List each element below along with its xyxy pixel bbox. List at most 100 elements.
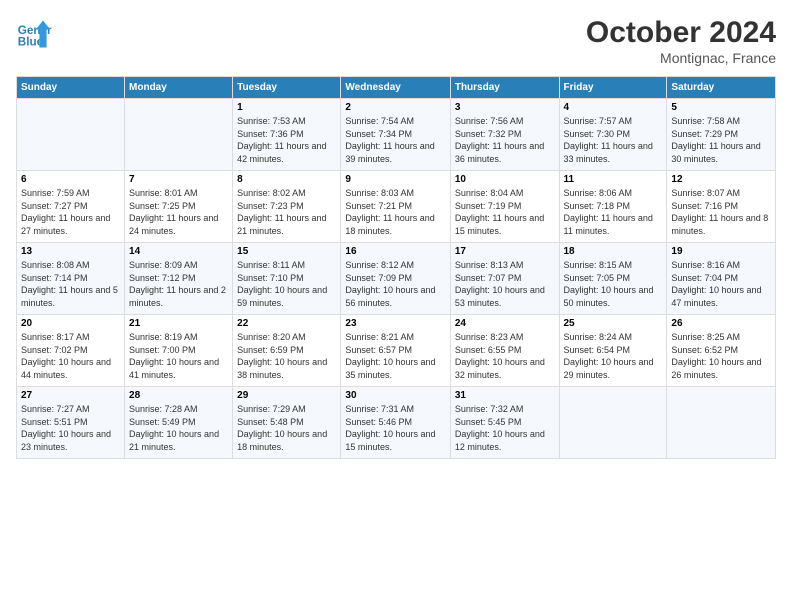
day-info: Sunrise: 8:09 AM Sunset: 7:12 PM Dayligh… (129, 259, 228, 309)
calendar-week-row: 27Sunrise: 7:27 AM Sunset: 5:51 PM Dayli… (17, 387, 776, 459)
day-number: 14 (129, 246, 228, 257)
day-info: Sunrise: 8:12 AM Sunset: 7:09 PM Dayligh… (345, 259, 445, 309)
calendar-cell: 10Sunrise: 8:04 AM Sunset: 7:19 PM Dayli… (450, 171, 559, 243)
calendar-cell: 29 Sunrise: 7:29 AM Sunset: 5:48 PM Dayli… (233, 387, 341, 459)
day-number: 12 (671, 174, 771, 185)
location-subtitle: Montignac, France (586, 50, 776, 66)
calendar-cell: 4Sunrise: 7:57 AM Sunset: 7:30 PM Daylig… (559, 99, 667, 171)
calendar-cell: 14 Sunrise: 8:09 AM Sunset: 7:12 PM Dayli… (125, 243, 233, 315)
day-info: Sunrise: 8:11 AM Sunset: 7:10 PM Dayligh… (237, 259, 336, 309)
day-number: 30 (345, 390, 445, 401)
calendar-cell: 25Sunrise: 8:24 AM Sunset: 6:54 PM Dayli… (559, 315, 667, 387)
day-info: Sunrise: 8:08 AM Sunset: 7:14 PM Dayligh… (21, 259, 120, 309)
day-info: Sunrise: 7:53 AM Sunset: 7:36 PM Dayligh… (237, 115, 336, 165)
calendar-cell: 13 Sunrise: 8:08 AM Sunset: 7:14 PM Dayli… (17, 243, 125, 315)
day-info: Sunrise: 8:06 AM Sunset: 7:18 PM Dayligh… (564, 187, 663, 237)
calendar-cell (17, 99, 125, 171)
day-info: Sunrise: 8:25 AM Sunset: 6:52 PM Dayligh… (671, 331, 771, 381)
col-header-saturday: Saturday (667, 77, 776, 99)
day-info: Sunrise: 8:23 AM Sunset: 6:55 PM Dayligh… (455, 331, 555, 381)
day-info: Sunrise: 7:56 AM Sunset: 7:32 PM Dayligh… (455, 115, 555, 165)
day-number: 18 (564, 246, 663, 257)
page-header: General Blue October 2024 Montignac, Fra… (16, 16, 776, 66)
calendar-week-row: 13 Sunrise: 8:08 AM Sunset: 7:14 PM Dayli… (17, 243, 776, 315)
logo-icon: General Blue (16, 16, 52, 52)
calendar-cell: 19 Sunrise: 8:16 AM Sunset: 7:04 PM Dayli… (667, 243, 776, 315)
day-number: 28 (129, 390, 228, 401)
title-block: October 2024 Montignac, France (586, 16, 776, 66)
calendar-cell: 16 Sunrise: 8:12 AM Sunset: 7:09 PM Dayli… (341, 243, 450, 315)
calendar-cell: 8 Sunrise: 8:02 AM Sunset: 7:23 PM Daylig… (233, 171, 341, 243)
calendar-cell: 18 Sunrise: 8:15 AM Sunset: 7:05 PM Dayli… (559, 243, 667, 315)
day-number: 5 (671, 102, 771, 113)
day-info: Sunrise: 8:19 AM Sunset: 7:00 PM Dayligh… (129, 331, 228, 381)
calendar-cell: 12 Sunrise: 8:07 AM Sunset: 7:16 PM Dayli… (667, 171, 776, 243)
calendar-table: SundayMondayTuesdayWednesdayThursdayFrid… (16, 76, 776, 459)
day-info: Sunrise: 8:17 AM Sunset: 7:02 PM Dayligh… (21, 331, 120, 381)
calendar-cell (125, 99, 233, 171)
calendar-cell: 21 Sunrise: 8:19 AM Sunset: 7:00 PM Dayli… (125, 315, 233, 387)
day-info: Sunrise: 8:07 AM Sunset: 7:16 PM Dayligh… (671, 187, 771, 237)
calendar-cell: 6Sunrise: 7:59 AM Sunset: 7:27 PM Daylig… (17, 171, 125, 243)
day-number: 8 (237, 174, 336, 185)
calendar-cell: 20Sunrise: 8:17 AM Sunset: 7:02 PM Dayli… (17, 315, 125, 387)
calendar-cell: 7Sunrise: 8:01 AM Sunset: 7:25 PM Daylig… (125, 171, 233, 243)
logo: General Blue (16, 16, 52, 52)
day-info: Sunrise: 8:04 AM Sunset: 7:19 PM Dayligh… (455, 187, 555, 237)
day-number: 24 (455, 318, 555, 329)
day-info: Sunrise: 7:27 AM Sunset: 5:51 PM Dayligh… (21, 403, 120, 453)
day-number: 21 (129, 318, 228, 329)
day-number: 17 (455, 246, 555, 257)
day-number: 13 (21, 246, 120, 257)
day-number: 7 (129, 174, 228, 185)
day-info: Sunrise: 7:29 AM Sunset: 5:48 PM Dayligh… (237, 403, 336, 453)
calendar-cell: 23 Sunrise: 8:21 AM Sunset: 6:57 PM Dayli… (341, 315, 450, 387)
col-header-monday: Monday (125, 77, 233, 99)
day-info: Sunrise: 7:58 AM Sunset: 7:29 PM Dayligh… (671, 115, 771, 165)
calendar-cell: 30Sunrise: 7:31 AM Sunset: 5:46 PM Dayli… (341, 387, 450, 459)
calendar-cell: 31 Sunrise: 7:32 AM Sunset: 5:45 PM Dayli… (450, 387, 559, 459)
calendar-week-row: 1 Sunrise: 7:53 AM Sunset: 7:36 PM Daylig… (17, 99, 776, 171)
calendar-header-row: SundayMondayTuesdayWednesdayThursdayFrid… (17, 77, 776, 99)
calendar-cell (667, 387, 776, 459)
day-number: 31 (455, 390, 555, 401)
day-number: 3 (455, 102, 555, 113)
day-info: Sunrise: 8:24 AM Sunset: 6:54 PM Dayligh… (564, 331, 663, 381)
day-info: Sunrise: 8:13 AM Sunset: 7:07 PM Dayligh… (455, 259, 555, 309)
day-number: 11 (564, 174, 663, 185)
day-number: 9 (345, 174, 445, 185)
day-number: 23 (345, 318, 445, 329)
calendar-week-row: 6Sunrise: 7:59 AM Sunset: 7:27 PM Daylig… (17, 171, 776, 243)
calendar-cell: 17 Sunrise: 8:13 AM Sunset: 7:07 PM Dayli… (450, 243, 559, 315)
day-number: 2 (345, 102, 445, 113)
calendar-cell: 22Sunrise: 8:20 AM Sunset: 6:59 PM Dayli… (233, 315, 341, 387)
day-number: 4 (564, 102, 663, 113)
day-info: Sunrise: 7:28 AM Sunset: 5:49 PM Dayligh… (129, 403, 228, 453)
col-header-wednesday: Wednesday (341, 77, 450, 99)
day-info: Sunrise: 7:32 AM Sunset: 5:45 PM Dayligh… (455, 403, 555, 453)
day-info: Sunrise: 8:20 AM Sunset: 6:59 PM Dayligh… (237, 331, 336, 381)
calendar-week-row: 20Sunrise: 8:17 AM Sunset: 7:02 PM Dayli… (17, 315, 776, 387)
month-title: October 2024 (586, 16, 776, 50)
col-header-tuesday: Tuesday (233, 77, 341, 99)
calendar-cell: 11 Sunrise: 8:06 AM Sunset: 7:18 PM Dayli… (559, 171, 667, 243)
day-number: 16 (345, 246, 445, 257)
calendar-cell: 3 Sunrise: 7:56 AM Sunset: 7:32 PM Daylig… (450, 99, 559, 171)
calendar-cell: 1 Sunrise: 7:53 AM Sunset: 7:36 PM Daylig… (233, 99, 341, 171)
day-number: 6 (21, 174, 120, 185)
day-info: Sunrise: 8:03 AM Sunset: 7:21 PM Dayligh… (345, 187, 445, 237)
day-number: 29 (237, 390, 336, 401)
col-header-sunday: Sunday (17, 77, 125, 99)
day-info: Sunrise: 8:15 AM Sunset: 7:05 PM Dayligh… (564, 259, 663, 309)
day-info: Sunrise: 8:21 AM Sunset: 6:57 PM Dayligh… (345, 331, 445, 381)
calendar-cell (559, 387, 667, 459)
calendar-cell: 26 Sunrise: 8:25 AM Sunset: 6:52 PM Dayli… (667, 315, 776, 387)
calendar-cell: 2Sunrise: 7:54 AM Sunset: 7:34 PM Daylig… (341, 99, 450, 171)
day-number: 19 (671, 246, 771, 257)
day-info: Sunrise: 8:02 AM Sunset: 7:23 PM Dayligh… (237, 187, 336, 237)
day-number: 1 (237, 102, 336, 113)
calendar-cell: 15Sunrise: 8:11 AM Sunset: 7:10 PM Dayli… (233, 243, 341, 315)
day-info: Sunrise: 8:16 AM Sunset: 7:04 PM Dayligh… (671, 259, 771, 309)
day-number: 26 (671, 318, 771, 329)
col-header-friday: Friday (559, 77, 667, 99)
